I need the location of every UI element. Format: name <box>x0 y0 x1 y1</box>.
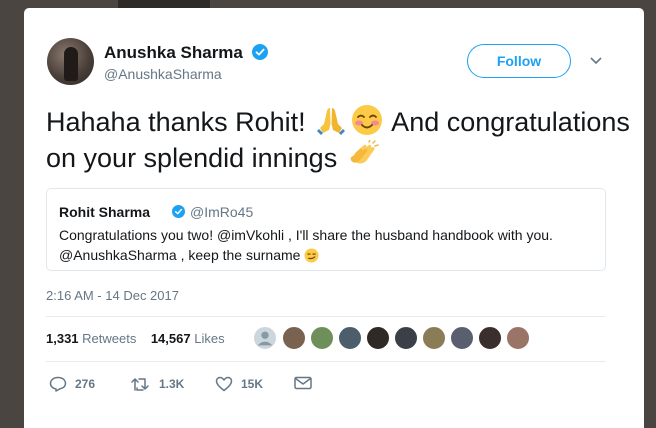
retweet-count: 1.3K <box>159 377 185 391</box>
tweet-card: Anushka Sharma @AnushkaSharma Follow Hah… <box>24 8 644 428</box>
liker-avatar[interactable] <box>506 326 530 350</box>
likes-label[interactable]: Likes <box>194 331 224 346</box>
liker-avatar[interactable] <box>366 326 390 350</box>
envelope-icon <box>294 376 312 390</box>
retweets-label[interactable]: Retweets <box>82 331 136 346</box>
avatar[interactable] <box>47 38 94 85</box>
author-handle[interactable]: @AnushkaSharma <box>104 66 222 82</box>
quoted-tweet[interactable]: Rohit Sharma @ImRo45 Congratulations you… <box>46 188 606 271</box>
heart-icon <box>215 376 233 392</box>
quoted-author-name: Rohit Sharma <box>59 204 151 220</box>
tweet-timestamp[interactable]: 2:16 AM - 14 Dec 2017 <box>46 288 179 303</box>
reply-button[interactable]: 276 <box>49 376 95 392</box>
retweet-button[interactable]: 1.3K <box>131 376 184 392</box>
liker-avatar[interactable] <box>338 326 362 350</box>
chevron-down-icon[interactable] <box>590 56 602 66</box>
liker-avatar[interactable] <box>253 326 277 350</box>
tweet-stats: 1,331 Retweets 14,567 Likes <box>46 331 225 346</box>
quoted-text: Congratulations you two! @imVkohli , I'l… <box>59 225 599 265</box>
background-image-edge <box>118 0 210 8</box>
retweets-count[interactable]: 1,331 <box>46 331 79 346</box>
follow-button[interactable]: Follow <box>467 44 571 78</box>
clapping-hands-emoji-icon <box>350 140 379 164</box>
liker-avatar[interactable] <box>310 326 334 350</box>
liker-avatar[interactable] <box>422 326 446 350</box>
smiling-face-emoji-icon <box>352 105 383 135</box>
tweet-text: Hahaha thanks Rohit! And congratulations… <box>46 104 636 176</box>
verified-badge-icon <box>172 205 185 218</box>
liker-avatar[interactable] <box>450 326 474 350</box>
liker-avatar[interactable] <box>394 326 418 350</box>
direct-message-button[interactable] <box>294 376 312 390</box>
smirking-face-emoji-icon <box>304 248 319 263</box>
like-button[interactable]: 15K <box>215 376 263 392</box>
retweet-icon <box>131 378 149 391</box>
reply-icon <box>49 376 67 392</box>
liker-avatar[interactable] <box>282 326 306 350</box>
liker-avatar[interactable] <box>478 326 502 350</box>
folded-hands-emoji-icon <box>317 108 346 135</box>
verified-badge-icon <box>252 44 268 60</box>
reply-count: 276 <box>75 377 96 391</box>
likes-count[interactable]: 14,567 <box>151 331 191 346</box>
author-name[interactable]: Anushka Sharma <box>104 43 243 63</box>
quoted-author-handle: @ImRo45 <box>190 204 254 220</box>
tweet-text-part-1: Hahaha thanks Rohit! <box>46 107 314 137</box>
divider <box>46 361 606 362</box>
like-count: 15K <box>241 377 264 391</box>
divider <box>46 316 606 317</box>
